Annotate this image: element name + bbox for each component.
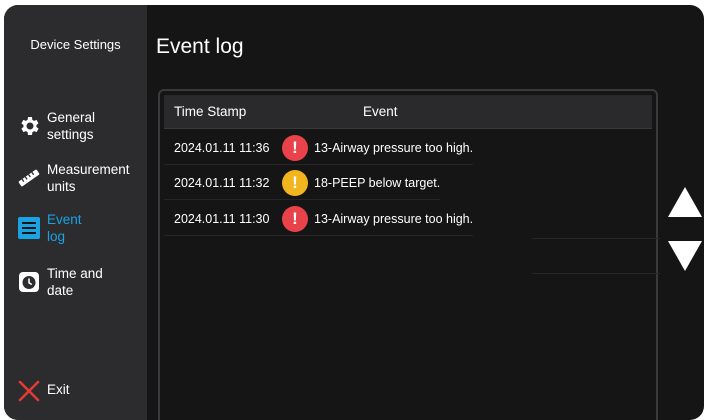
close-icon [16,378,42,404]
timestamp-cell: 2024.01.11 11:32 [174,175,270,190]
sidebar-item-label: General settings [47,110,96,142]
exit-label: Exit [47,382,70,397]
column-header-event: Event [363,104,398,119]
alarm-high-icon: ! [282,205,308,232]
row-divider [532,273,660,274]
timestamp-cell: 2024.01.11 11:36 [174,140,270,155]
list-icon [16,215,42,241]
scroll-up-button[interactable] [668,187,702,222]
column-header-time-stamp: Time Stamp [174,104,247,119]
table-row[interactable]: 2024.01.11 11:32 ! 18-PEEP below target. [164,166,441,200]
triangle-up-icon [668,187,702,217]
event-cell: 13-Airway pressure too high. [314,211,474,226]
triangle-down-icon [668,241,702,271]
sidebar-item-label: Event log [47,212,82,244]
scroll-down-button[interactable] [668,241,702,276]
device-screen: Device Settings General settings Measure… [4,5,704,420]
sidebar-item-general-settings[interactable]: General settings [16,109,144,143]
alarm-medium-icon: ! [282,169,308,196]
page-title: Event log [156,35,244,58]
event-cell: 13-Airway pressure too high. [314,140,474,155]
event-log-table: Time Stamp Event 2024.01.11 11:36 ! 13-A… [158,89,660,420]
sidebar-item-label: Time and date [47,266,103,298]
sidebar-title: Device Settings [30,37,121,52]
sidebar-item-label: Measurement units [47,162,130,194]
event-cell: 18-PEEP below target. [314,175,441,190]
sidebar: Device Settings General settings Measure… [4,5,147,420]
table-header: Time Stamp Event [164,95,652,129]
row-divider [532,238,660,239]
table-row[interactable]: 2024.01.11 11:30 ! 13-Airway pressure to… [164,202,474,236]
sidebar-item-measurement-units[interactable]: Measurement units [16,161,144,195]
ruler-icon [16,165,42,191]
table-row[interactable]: 2024.01.11 11:36 ! 13-Airway pressure to… [164,131,474,165]
clock-icon [16,269,42,295]
alarm-high-icon: ! [282,134,308,161]
gear-icon [16,113,42,139]
timestamp-cell: 2024.01.11 11:30 [174,211,270,226]
sidebar-item-time-and-date[interactable]: Time and date [16,265,144,299]
exit-button[interactable]: Exit [16,374,144,404]
sidebar-item-event-log[interactable]: Event log [16,211,144,245]
